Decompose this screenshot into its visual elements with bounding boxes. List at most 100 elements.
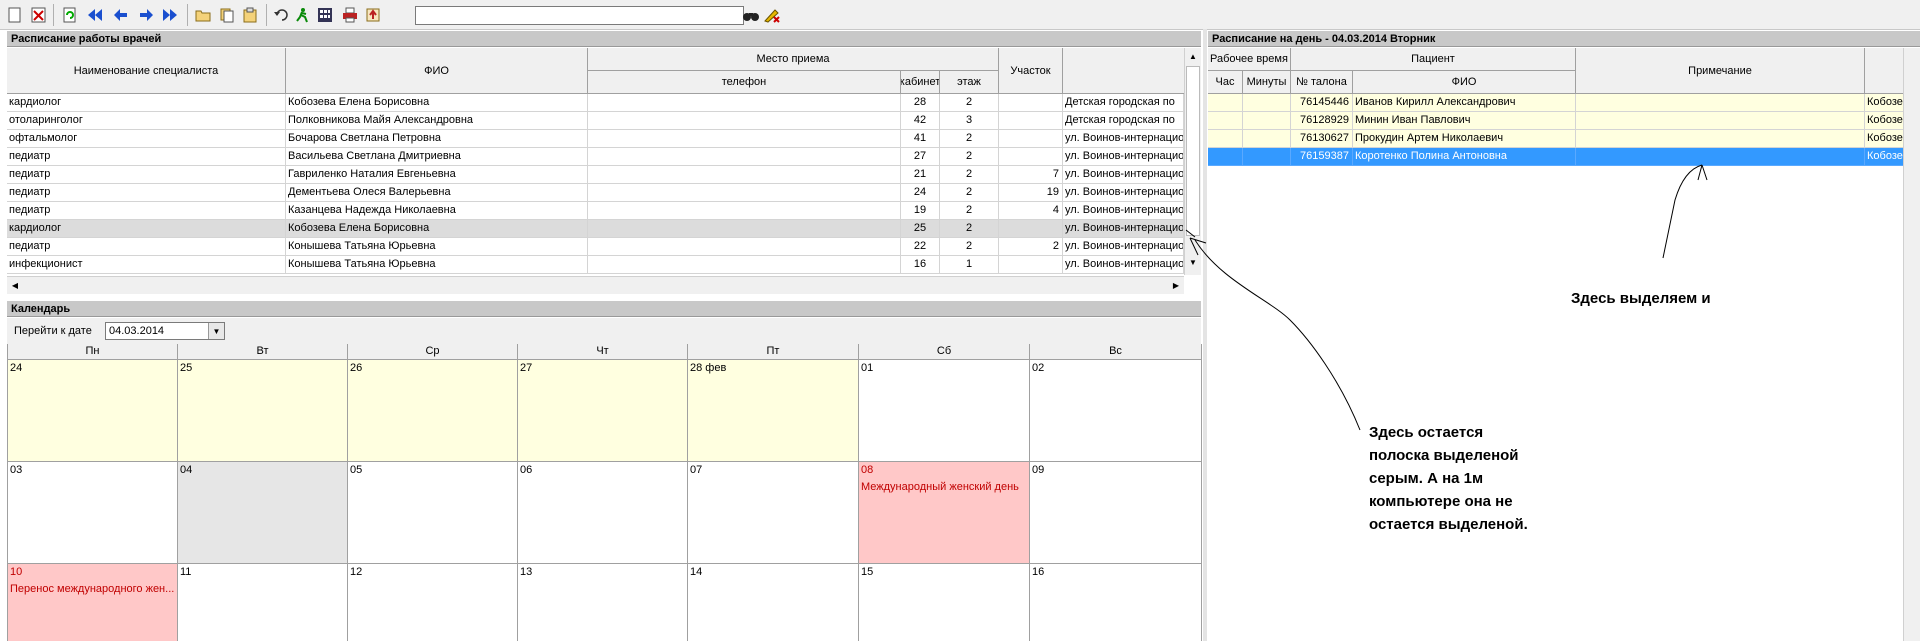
cell-floor: 2 — [940, 130, 999, 148]
calendar-day[interactable]: 08 Международный женский день — [859, 462, 1030, 564]
cell-note — [1576, 148, 1865, 166]
search-input[interactable] — [415, 6, 744, 25]
header-area[interactable]: Участок — [999, 48, 1063, 94]
day-vscrollbar[interactable] — [1903, 48, 1920, 641]
header-phone[interactable]: телефон — [588, 71, 901, 94]
next-icon[interactable] — [136, 5, 156, 25]
calendar-day[interactable]: 14 — [688, 564, 859, 641]
cell-addr: ул. Воинов-интернацио — [1063, 130, 1184, 148]
table-row[interactable]: кардиолог Кобозева Елена Борисовна 25 2 ул. … — [7, 220, 1184, 238]
annotation-line: компьютере она не — [1369, 493, 1513, 510]
table-row[interactable]: педиатр Гавриленко Наталия Евгеньевна 21 2 7… — [7, 166, 1184, 184]
doctors-hscrollbar[interactable]: ◀ ▶ — [7, 276, 1184, 294]
chevron-down-icon[interactable]: ▼ — [208, 323, 224, 339]
table-row[interactable]: педиатр Дементьева Олеся Валерьевна 24 2 19 у… — [7, 184, 1184, 202]
goto-date-input[interactable]: 04.03.2014 ▼ — [105, 322, 225, 340]
cell-spec: педиатр — [7, 184, 286, 202]
calendar-day[interactable]: 28 фев — [688, 360, 859, 462]
table-row[interactable]: 76159387 Коротенко Полина Антоновна Кобозе… — [1208, 148, 1920, 166]
last-icon[interactable] — [160, 5, 180, 25]
header-patient[interactable]: Пациент — [1291, 48, 1576, 71]
header-cabinet[interactable]: кабинет — [901, 71, 940, 94]
print-icon[interactable] — [340, 5, 360, 25]
scroll-left-icon[interactable]: ◀ — [7, 277, 23, 293]
clear-filter-icon[interactable] — [762, 5, 782, 25]
paste-icon[interactable] — [240, 5, 260, 25]
scroll-thumb[interactable] — [1186, 66, 1200, 236]
prev-icon[interactable] — [111, 5, 131, 25]
calendar-day[interactable]: 27 — [518, 360, 688, 462]
header-place[interactable]: Место приема — [588, 48, 999, 71]
header-hour[interactable]: Час — [1208, 71, 1243, 94]
calendar-day[interactable]: 25 — [178, 360, 348, 462]
header-note[interactable]: Примечание — [1576, 48, 1865, 94]
first-icon[interactable] — [85, 5, 105, 25]
calculator-icon[interactable] — [315, 5, 335, 25]
calendar-day[interactable]: 09 — [1030, 462, 1202, 564]
header-address[interactable] — [1063, 48, 1191, 94]
cell-cab: 25 — [901, 220, 940, 238]
header-specialist[interactable]: Наименование специалиста — [7, 48, 286, 94]
calendar-day[interactable]: 16 — [1030, 564, 1202, 641]
cell-note — [1576, 130, 1865, 148]
calendar-day[interactable]: 13 — [518, 564, 688, 641]
calendar-toolbar: Перейти к дате 04.03.2014 ▼ — [7, 318, 1201, 344]
table-row[interactable]: инфекционист Конышева Татьяна Юрьевна 16 1 у… — [7, 256, 1184, 274]
table-row[interactable]: педиатр Конышева Татьяна Юрьевна 22 2 2 ул. В… — [7, 238, 1184, 256]
table-row[interactable]: 76128929 Минин Иван Павлович Кобозева — [1208, 112, 1920, 130]
table-row[interactable]: педиатр Казанцева Надежда Николаевна 19 2 4 у… — [7, 202, 1184, 220]
calendar-day[interactable]: 26 — [348, 360, 518, 462]
cell-min — [1243, 148, 1291, 166]
cell-hour — [1208, 148, 1243, 166]
header-fio[interactable]: ФИО — [286, 48, 588, 94]
calendar-day[interactable]: 11 — [178, 564, 348, 641]
day-number: 05 — [350, 464, 363, 476]
header-patient-fio[interactable]: ФИО — [1353, 71, 1576, 94]
cell-spec: кардиолог — [7, 220, 286, 238]
export-icon[interactable] — [363, 5, 383, 25]
cell-phone — [588, 148, 901, 166]
cell-cab: 28 — [901, 94, 940, 112]
calendar-day[interactable]: 02 — [1030, 360, 1202, 462]
cell-phone — [588, 256, 901, 274]
day-schedule-grid: Рабочее время Пациент Примечание Час Мин… — [1208, 48, 1920, 641]
open-icon[interactable] — [193, 5, 213, 25]
doctors-vscrollbar[interactable]: ▲ ▼ — [1184, 48, 1201, 275]
refresh-icon[interactable] — [60, 5, 80, 25]
delete-icon[interactable] — [29, 5, 49, 25]
undo-icon[interactable] — [271, 5, 291, 25]
calendar-day[interactable]: 10 Перенос международного жен... — [8, 564, 178, 641]
header-minutes[interactable]: Минуты — [1243, 71, 1291, 94]
copy-icon[interactable] — [217, 5, 237, 25]
calendar-title: Календарь — [7, 301, 1201, 317]
header-floor[interactable]: этаж — [940, 71, 999, 94]
day-number: 04 — [180, 464, 193, 476]
calendar-day[interactable]: 07 — [688, 462, 859, 564]
table-row[interactable]: 76130627 Прокудин Артем Николаевич Кобозев… — [1208, 130, 1920, 148]
header-worktime[interactable]: Рабочее время — [1208, 48, 1291, 71]
cell-cab: 21 — [901, 166, 940, 184]
calendar-day[interactable]: 15 — [859, 564, 1030, 641]
binoculars-icon[interactable] — [741, 5, 761, 25]
calendar-day[interactable]: 01 — [859, 360, 1030, 462]
calendar-day[interactable]: 12 — [348, 564, 518, 641]
calendar-day[interactable]: 04 — [178, 462, 348, 564]
run-icon[interactable] — [292, 5, 312, 25]
calendar-day[interactable]: 06 — [518, 462, 688, 564]
header-ticket[interactable]: № талона — [1291, 71, 1353, 94]
calendar-day[interactable]: 24 — [8, 360, 178, 462]
calendar-day[interactable]: 05 — [348, 462, 518, 564]
calendar-day[interactable]: 03 — [8, 462, 178, 564]
splitter[interactable] — [1203, 29, 1207, 641]
table-row[interactable]: 76145446 Иванов Кирилл Александрович Кобоз… — [1208, 94, 1920, 112]
scroll-up-icon[interactable]: ▲ — [1185, 48, 1201, 64]
table-row[interactable]: офтальмолог Бочарова Светлана Петровна 41 2… — [7, 130, 1184, 148]
cell-ticket: 76145446 — [1291, 94, 1353, 112]
scroll-down-icon[interactable]: ▼ — [1185, 254, 1201, 270]
scroll-right-icon[interactable]: ▶ — [1168, 277, 1184, 293]
new-icon[interactable] — [5, 5, 25, 25]
table-row[interactable]: кардиолог Кобозева Елена Борисовна 28 2 Детс… — [7, 94, 1184, 112]
table-row[interactable]: отоларинголог Полковникова Майя Александр… — [7, 112, 1184, 130]
day-number: 02 — [1032, 362, 1045, 374]
table-row[interactable]: педиатр Васильева Светлана Дмитриевна 27 2 у… — [7, 148, 1184, 166]
